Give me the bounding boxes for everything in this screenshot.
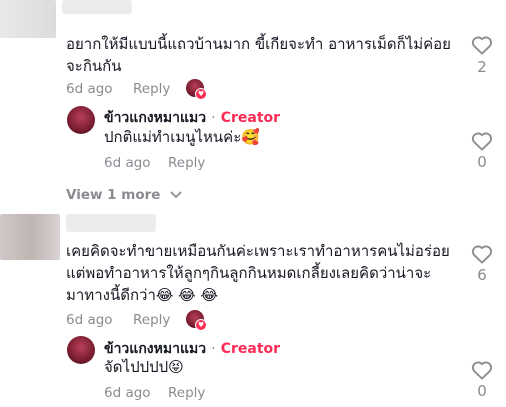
creator-avatar[interactable] xyxy=(67,336,95,364)
reply-text: จัดไปปปป😝 xyxy=(104,358,184,376)
creator-badge: Creator xyxy=(220,110,281,126)
creator-liked-badge: ♥ xyxy=(186,79,208,101)
like-count: 0 xyxy=(477,153,487,171)
creator-avatar[interactable] xyxy=(67,106,95,134)
commenter-name-blurred[interactable] xyxy=(66,214,156,232)
heart-outline-icon xyxy=(471,36,493,55)
separator-dot: · xyxy=(211,110,216,126)
like-count: 6 xyxy=(477,266,487,284)
creator-liked-badge: ♥ xyxy=(186,310,208,332)
reply-text: ปกติแม่ทำเมนูไหนค่ะ🥰 xyxy=(104,128,260,146)
like-button[interactable] xyxy=(471,35,493,55)
like-count: 2 xyxy=(477,58,487,76)
commenter-avatar[interactable] xyxy=(0,0,56,38)
heart-outline-icon xyxy=(471,132,493,151)
creator-liked-badge-icon: ♥ xyxy=(195,319,207,331)
like-button[interactable] xyxy=(471,131,493,151)
chevron-down-icon xyxy=(170,191,181,198)
creator-badge: Creator xyxy=(220,341,281,357)
commenter-avatar[interactable] xyxy=(0,214,60,260)
reply-button[interactable]: Reply xyxy=(133,81,170,97)
heart-outline-icon xyxy=(471,245,493,264)
separator-dot: · xyxy=(211,341,216,357)
creator-liked-badge-icon: ♥ xyxy=(195,88,207,100)
commenter-name-blurred[interactable] xyxy=(62,0,132,14)
like-button[interactable] xyxy=(471,244,493,264)
creator-name[interactable]: ข้าวแกงหมาแมว xyxy=(104,341,206,357)
reply-time: 6d ago xyxy=(104,385,151,401)
comment-time: 6d ago xyxy=(66,81,113,97)
comment-time: 6d ago xyxy=(66,312,113,328)
reply-time: 6d ago xyxy=(104,155,151,171)
like-button[interactable] xyxy=(471,360,493,380)
reply-button[interactable]: Reply xyxy=(168,385,205,401)
creator-name[interactable]: ข้าวแกงหมาแมว xyxy=(104,110,206,126)
view-more-replies[interactable]: View 1 more xyxy=(66,184,182,203)
view-more-label: View 1 more xyxy=(66,187,161,203)
heart-outline-icon xyxy=(471,361,493,380)
comment-text: เคยคิดจะทำขายเหมือนกันค่ะเพราะเราทำอาหาร… xyxy=(66,242,450,304)
reply-button[interactable]: Reply xyxy=(133,312,170,328)
like-count: 0 xyxy=(477,382,487,400)
reply-button[interactable]: Reply xyxy=(168,155,205,171)
comment-text: อยากให้มีแบบนี้แถวบ้านมาก ขี้เกียจะทำ อา… xyxy=(66,35,451,75)
